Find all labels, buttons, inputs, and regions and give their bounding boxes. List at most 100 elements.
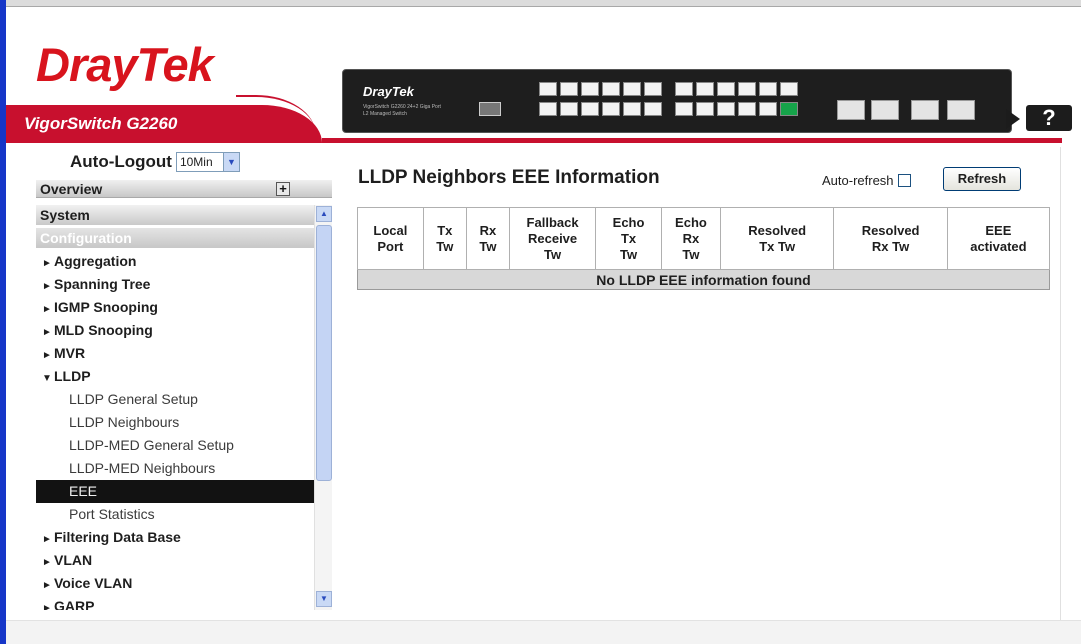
port xyxy=(759,102,777,116)
sidebar-item-mvr[interactable]: ► MVR xyxy=(36,342,314,365)
nav-configuration[interactable]: Configuration xyxy=(36,228,314,248)
port xyxy=(759,82,777,96)
sidebar-item-eee[interactable]: EEE xyxy=(36,480,314,503)
sidebar-item-label: LLDP Neighbours xyxy=(69,414,180,430)
sidebar-item-port-statistics[interactable]: Port Statistics xyxy=(36,503,314,526)
sidebar-item-lldp[interactable]: ▼ LLDP xyxy=(36,365,314,388)
sfp-slot xyxy=(911,100,939,120)
sidebar-item-lldp-med-neighbours[interactable]: LLDP-MED Neighbours xyxy=(36,457,314,480)
sidebar-item-lldp-med-general-setup[interactable]: LLDP-MED General Setup xyxy=(36,434,314,457)
eee-table: Local Port Tx Tw Rx Tw Fallback Receive Tw Echo Tx… xyxy=(357,207,1051,290)
port xyxy=(780,82,798,96)
logo-part-2: Tek xyxy=(136,38,214,91)
play-arrow-icon[interactable] xyxy=(1006,109,1020,129)
sidebar-item-label: Voice VLAN xyxy=(54,575,133,591)
auto-refresh-checkbox[interactable] xyxy=(897,174,911,187)
device-brand: DrayTek xyxy=(363,84,414,99)
port-active xyxy=(780,102,798,116)
auto-logout-value: 10Min xyxy=(179,155,213,169)
sidebar-item-label: IGMP Snooping xyxy=(54,299,158,315)
column-header: EEE activated xyxy=(946,207,1051,270)
scroll-thumb[interactable] xyxy=(316,225,332,481)
column-header-line: Fallback xyxy=(526,214,579,230)
port xyxy=(539,102,557,116)
column-header-line: Tx xyxy=(437,222,453,238)
sidebar-item-lldp-general-setup[interactable]: LLDP General Setup xyxy=(36,388,314,411)
triangle-right-icon: ► xyxy=(42,304,52,315)
triangle-down-icon: ▼ xyxy=(42,373,52,384)
port xyxy=(623,82,641,96)
page-title: LLDP Neighbors EEE Information xyxy=(358,167,660,188)
triangle-right-icon: ► xyxy=(42,603,52,610)
column-header: Local Port xyxy=(357,207,424,270)
column-header-line: Rx xyxy=(682,230,700,246)
sidebar-item-lldp-neighbours[interactable]: LLDP Neighbours xyxy=(36,411,314,434)
port xyxy=(560,102,578,116)
column-header-line: Local xyxy=(373,222,408,238)
column-header-line: Port xyxy=(377,238,404,254)
column-header-line: Receive xyxy=(527,230,578,246)
triangle-right-icon: ► xyxy=(42,557,52,568)
sidebar-item-garp[interactable]: ► GARP xyxy=(36,595,314,610)
port xyxy=(696,102,714,116)
column-header-line: Echo xyxy=(612,214,645,230)
chevron-down-icon: ▼ xyxy=(222,153,239,171)
column-header-line: Tw xyxy=(620,246,638,262)
sidebar-item-label: LLDP xyxy=(54,368,91,384)
sidebar-item-mld-snooping[interactable]: ► MLD Snooping xyxy=(36,319,314,342)
port xyxy=(539,82,557,96)
port xyxy=(717,102,735,116)
sidebar-item-label: Filtering Data Base xyxy=(54,529,181,545)
column-header: Resolved Rx Tw xyxy=(833,207,948,270)
frame-divider xyxy=(1060,147,1061,620)
scroll-down-icon[interactable]: ▼ xyxy=(316,591,332,607)
triangle-right-icon: ► xyxy=(42,534,52,545)
logo-part-1: Dray xyxy=(36,38,138,91)
column-header-line: Tw xyxy=(479,238,497,254)
scrollbar[interactable]: ▲ ▼ xyxy=(314,205,332,610)
sidebar-item-voice-vlan[interactable]: ► Voice VLAN xyxy=(36,572,314,595)
column-header: Echo Rx Tw xyxy=(660,207,721,270)
auto-logout-select[interactable]: 10Min ▼ xyxy=(175,152,240,172)
sidebar-item-spanning-tree[interactable]: ► Spanning Tree xyxy=(36,273,314,296)
sidebar-item-label: Aggregation xyxy=(54,253,137,269)
nav-list: ► Aggregation ► Spanning Tree ► IGMP Snooping… xyxy=(36,250,314,610)
expand-plus-icon[interactable]: + xyxy=(276,182,290,196)
column-header-line: Tw xyxy=(544,246,562,262)
column-header-line: Tx xyxy=(620,230,637,246)
draytek-logo: DrayTek xyxy=(36,38,214,91)
sidebar-item-label: LLDP General Setup xyxy=(69,391,198,407)
triangle-right-icon: ► xyxy=(42,580,52,591)
sfp-slot xyxy=(947,100,975,120)
nav-system[interactable]: System xyxy=(36,205,314,225)
port xyxy=(623,102,641,116)
column-header-line: Rx Tw xyxy=(871,238,910,254)
sidebar-item-label: MVR xyxy=(54,345,86,361)
triangle-right-icon: ► xyxy=(42,258,52,269)
column-header-line: Rx xyxy=(479,222,497,238)
port xyxy=(602,102,620,116)
port-group-1 xyxy=(539,82,662,116)
column-header-line: Echo xyxy=(675,214,707,230)
auto-refresh-label: Auto-refresh xyxy=(822,173,894,188)
sidebar-item-vlan[interactable]: ► VLAN xyxy=(36,549,314,572)
header: DrayTek VigorSwitch G2260 DrayTek VigorS… xyxy=(6,7,1081,147)
sidebar-item-igmp-snooping[interactable]: ► IGMP Snooping xyxy=(36,296,314,319)
triangle-right-icon: ► xyxy=(42,327,52,338)
sidebar-item-aggregation[interactable]: ► Aggregation xyxy=(36,250,314,273)
footer-bar xyxy=(6,620,1081,644)
model-name: VigorSwitch G2260 xyxy=(24,114,178,133)
auto-logout-label: Auto-Logout xyxy=(70,152,172,171)
switch-front-panel: DrayTek VigorSwitch G2260 24+2 Giga Port… xyxy=(342,69,1012,133)
column-header-line: activated xyxy=(970,238,1027,254)
sidebar-item-label: EEE xyxy=(69,483,98,499)
sidebar-item-filtering-data-base[interactable]: ► Filtering Data Base xyxy=(36,526,314,549)
sfp-slot xyxy=(837,100,865,120)
sfp-slot xyxy=(871,100,899,120)
nav-panel: System Configuration ► Aggregation ► Spanni… xyxy=(36,205,332,610)
help-button[interactable]: ? xyxy=(1026,105,1072,131)
refresh-button[interactable]: Refresh xyxy=(943,167,1021,191)
scroll-up-icon[interactable]: ▲ xyxy=(316,206,332,222)
column-header: Resolved Tx Tw xyxy=(719,207,835,270)
sidebar-item-label: MLD Snooping xyxy=(54,322,153,338)
